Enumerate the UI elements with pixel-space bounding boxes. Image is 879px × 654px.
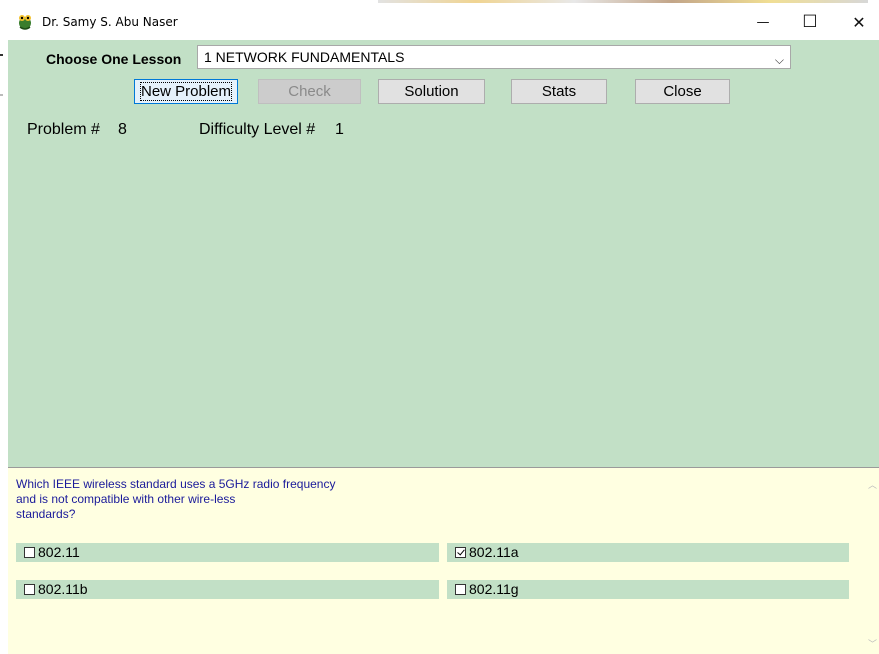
check-label: Check bbox=[288, 83, 331, 100]
problem-number-value: 8 bbox=[118, 121, 127, 138]
close-icon: ✕ bbox=[852, 12, 866, 32]
lesson-label: Choose One Lesson bbox=[46, 51, 182, 67]
solution-button[interactable]: Solution bbox=[378, 79, 485, 104]
chevron-down-icon[interactable]: ⌵ bbox=[775, 49, 784, 71]
difficulty-label: Difficulty Level # bbox=[199, 121, 316, 138]
problem-number-label: Problem # bbox=[27, 121, 100, 138]
new-problem-label: New Problem bbox=[139, 82, 233, 101]
close-label: Close bbox=[663, 83, 702, 100]
question-line: standards? bbox=[16, 507, 76, 521]
option-label: 802.11a bbox=[469, 544, 519, 560]
left-edge-mark bbox=[0, 54, 3, 56]
lesson-selected-value: 1 NETWORK FUNDAMENTALS bbox=[204, 49, 405, 65]
app-window: Dr. Samy S. Abu Naser — ☐ ✕ Choose One L… bbox=[8, 0, 879, 654]
option-802-11b[interactable]: 802.11b bbox=[16, 580, 439, 599]
option-802-11a[interactable]: 802.11a bbox=[447, 543, 849, 562]
stats-label: Stats bbox=[541, 83, 577, 100]
option-label: 802.11 bbox=[38, 544, 80, 560]
checkbox-checked[interactable] bbox=[455, 547, 466, 558]
difficulty-value: 1 bbox=[335, 121, 344, 138]
option-label: 802.11g bbox=[469, 581, 519, 597]
question-panel: Which IEEE wireless standard uses a 5GHz… bbox=[8, 467, 879, 654]
option-802-11[interactable]: 802.11 bbox=[16, 543, 439, 562]
scroll-up-icon[interactable]: ︿ bbox=[868, 478, 877, 491]
question-text: Which IEEE wireless standard uses a 5GHz… bbox=[16, 477, 416, 522]
checkbox[interactable] bbox=[24, 547, 35, 558]
left-edge-mark bbox=[0, 94, 3, 96]
stats-button[interactable]: Stats bbox=[511, 79, 607, 104]
window-title: Dr. Samy S. Abu Naser bbox=[42, 15, 178, 29]
background-strip bbox=[378, 0, 868, 3]
minimize-button[interactable]: — bbox=[743, 8, 783, 36]
new-problem-button[interactable]: New Problem bbox=[134, 79, 238, 104]
lesson-dropdown[interactable]: 1 NETWORK FUNDAMENTALS ⌵ bbox=[197, 45, 791, 69]
maximize-icon: ☐ bbox=[802, 12, 818, 32]
title-bar[interactable]: Dr. Samy S. Abu Naser — ☐ ✕ bbox=[8, 0, 879, 40]
checkbox[interactable] bbox=[24, 584, 35, 595]
solution-label: Solution bbox=[404, 83, 459, 100]
question-line: and is not compatible with other wire-le… bbox=[16, 492, 236, 506]
option-label: 802.11b bbox=[38, 581, 88, 597]
question-line: Which IEEE wireless standard uses a 5GHz… bbox=[16, 477, 336, 491]
option-802-11g[interactable]: 802.11g bbox=[447, 580, 849, 599]
minimize-icon: — bbox=[756, 14, 770, 30]
scroll-down-icon[interactable]: ﹀ bbox=[868, 637, 877, 650]
close-button[interactable]: Close bbox=[635, 79, 730, 104]
checkbox[interactable] bbox=[455, 584, 466, 595]
close-window-button[interactable]: ✕ bbox=[839, 8, 879, 36]
check-button[interactable]: Check bbox=[258, 79, 361, 104]
maximize-button[interactable]: ☐ bbox=[790, 8, 830, 36]
frog-app-icon bbox=[19, 15, 31, 30]
